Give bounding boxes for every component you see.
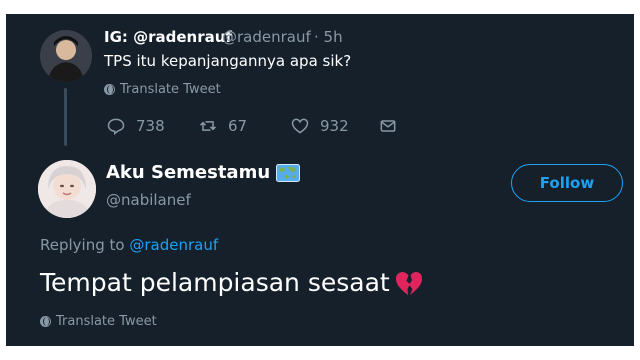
reply-display-name-text: Aku Semestamu <box>106 162 271 183</box>
tweet-thread-panel: IG: @radenrauf @radenrauf · 5h TPS itu k… <box>6 14 634 346</box>
heart-icon <box>291 118 309 134</box>
parent-timestamp[interactable]: · 5h <box>314 28 343 46</box>
reply-count: 738 <box>136 117 165 135</box>
parent-tweet-text: TPS itu kepanjangannya apa sik? <box>104 52 352 70</box>
like-action[interactable]: 932 <box>290 116 349 136</box>
parent-tweet-avatar[interactable] <box>40 30 92 82</box>
globe-icon <box>104 84 115 95</box>
reply-icon <box>107 118 125 136</box>
parent-translate-link[interactable]: Translate Tweet <box>104 82 221 97</box>
reply-tweet-body: Tempat pelampiasan sesaat <box>40 268 424 297</box>
retweet-count: 67 <box>228 117 248 135</box>
reply-action[interactable]: 738 <box>106 116 165 136</box>
parent-display-name[interactable]: IG: @radenrauf <box>104 28 232 46</box>
broken-heart-icon <box>395 271 422 295</box>
retweet-action[interactable]: 67 <box>198 116 247 136</box>
follow-button[interactable]: Follow <box>511 164 623 202</box>
screenshot-frame: IG: @radenrauf @radenrauf · 5h TPS itu k… <box>0 0 640 360</box>
reply-translate-label: Translate Tweet <box>56 314 157 329</box>
reply-tweet-avatar[interactable] <box>38 160 96 218</box>
replying-to-line: Replying to @radenrauf <box>40 236 218 254</box>
retweet-icon <box>199 121 217 131</box>
reply-display-name[interactable]: Aku Semestamu <box>106 162 301 183</box>
globe-icon <box>40 316 51 327</box>
parent-handle[interactable]: @radenrauf <box>222 28 311 46</box>
world-map-icon <box>276 163 301 182</box>
replying-to-handle-link[interactable]: @radenrauf <box>129 236 218 254</box>
mail-icon <box>380 120 396 132</box>
share-action[interactable] <box>378 116 398 136</box>
reply-handle[interactable]: @nabilanef <box>106 191 191 209</box>
reply-translate-link[interactable]: Translate Tweet <box>40 314 157 329</box>
thread-connector-line <box>64 88 67 146</box>
reply-tweet-text: Tempat pelampiasan sesaat <box>40 268 390 297</box>
replying-to-prefix: Replying to <box>40 236 125 254</box>
like-count: 932 <box>320 117 349 135</box>
parent-translate-label: Translate Tweet <box>120 82 221 97</box>
